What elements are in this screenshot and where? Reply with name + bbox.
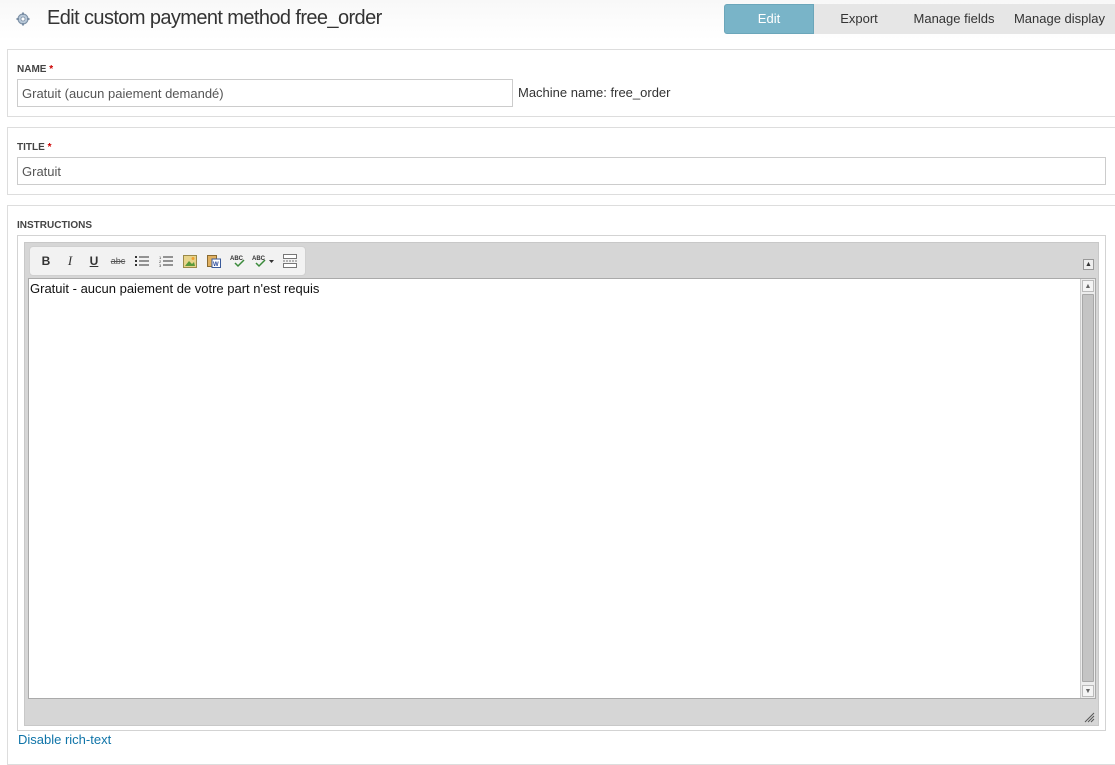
bold-button[interactable]: B xyxy=(34,250,58,272)
tab-manage-fields[interactable]: Manage fields xyxy=(904,4,1004,34)
scrollbar-thumb[interactable] xyxy=(1082,294,1094,682)
name-input[interactable] xyxy=(17,79,513,107)
name-label-text: NAME xyxy=(17,64,47,75)
image-button[interactable] xyxy=(178,250,202,272)
bulleted-list-button[interactable] xyxy=(130,250,154,272)
machine-name-label: Machine name: xyxy=(518,85,611,100)
editor-frame: B I U abc 1 2 3 W ABC ABC ▲ Gratuit - au… xyxy=(24,242,1099,726)
editor-content-area[interactable]: Gratuit - aucun paiement de votre part n… xyxy=(28,278,1096,699)
paste-word-icon: W xyxy=(207,255,221,268)
required-marker: * xyxy=(47,142,52,153)
page-break-icon xyxy=(283,254,297,268)
scroll-up-arrow-icon[interactable]: ▲ xyxy=(1082,280,1094,292)
title-input[interactable] xyxy=(17,157,1106,185)
instructions-fieldset: INSTRUCTIONS B I U abc 1 2 3 W ABC ABC ▲… xyxy=(7,205,1115,765)
svg-text:3: 3 xyxy=(159,263,162,267)
tab-manage-display[interactable]: Manage display xyxy=(1004,4,1115,34)
paste-from-word-button[interactable]: W xyxy=(202,250,226,272)
italic-button[interactable]: I xyxy=(58,250,82,272)
resize-grip-icon[interactable] xyxy=(1083,711,1095,723)
title-label-text: TITLE xyxy=(17,142,45,153)
tab-edit[interactable]: Edit xyxy=(724,4,814,34)
rich-text-editor: B I U abc 1 2 3 W ABC ABC ▲ Gratuit - au… xyxy=(17,235,1106,731)
instructions-label: INSTRUCTIONS xyxy=(17,220,92,231)
bulleted-list-icon xyxy=(135,256,149,266)
editor-toolbar: B I U abc 1 2 3 W ABC ABC xyxy=(29,246,306,276)
title-label: TITLE * xyxy=(17,142,51,153)
disable-rich-text-link[interactable]: Disable rich-text xyxy=(18,732,111,747)
image-icon xyxy=(183,254,197,268)
tab-export[interactable]: Export xyxy=(814,4,904,34)
numbered-list-button[interactable]: 1 2 3 xyxy=(154,250,178,272)
spellcheck-glyph: ABC xyxy=(230,256,244,262)
name-fieldset: NAME * Machine name: free_order xyxy=(7,49,1115,117)
page-break-button[interactable] xyxy=(278,250,302,272)
spellcheck-icon: ABC xyxy=(230,256,245,268)
required-marker: * xyxy=(49,64,54,75)
collapse-icon: ▲ xyxy=(1085,261,1092,268)
editor-scrollbar[interactable]: ▲ ▼ xyxy=(1080,279,1095,698)
spellcheck-scayt-icon: ABC xyxy=(252,256,274,268)
machine-name: Machine name: free_order xyxy=(518,85,670,100)
spellcheck-as-you-type-button[interactable]: ABC xyxy=(250,250,278,272)
machine-name-value: free_order xyxy=(610,85,671,100)
spellcheck-button[interactable]: ABC xyxy=(226,250,250,272)
title-fieldset: TITLE * xyxy=(7,127,1115,195)
name-label: NAME * xyxy=(17,64,53,75)
numbered-list-icon: 1 2 3 xyxy=(159,255,173,267)
strikethrough-button[interactable]: abc xyxy=(106,250,130,272)
underline-button[interactable]: U xyxy=(82,250,106,272)
tab-bar: Edit Export Manage fields Manage display xyxy=(724,4,1115,34)
page-title: Edit custom payment method free_order xyxy=(47,7,382,29)
collapse-toolbar-button[interactable]: ▲ xyxy=(1083,259,1094,270)
gear-icon xyxy=(16,12,30,26)
scroll-down-arrow-icon[interactable]: ▼ xyxy=(1082,685,1094,697)
svg-text:W: W xyxy=(213,262,219,268)
page-header: Edit custom payment method free_order Ed… xyxy=(0,0,1115,40)
editor-content-text[interactable]: Gratuit - aucun paiement de votre part n… xyxy=(30,281,319,296)
